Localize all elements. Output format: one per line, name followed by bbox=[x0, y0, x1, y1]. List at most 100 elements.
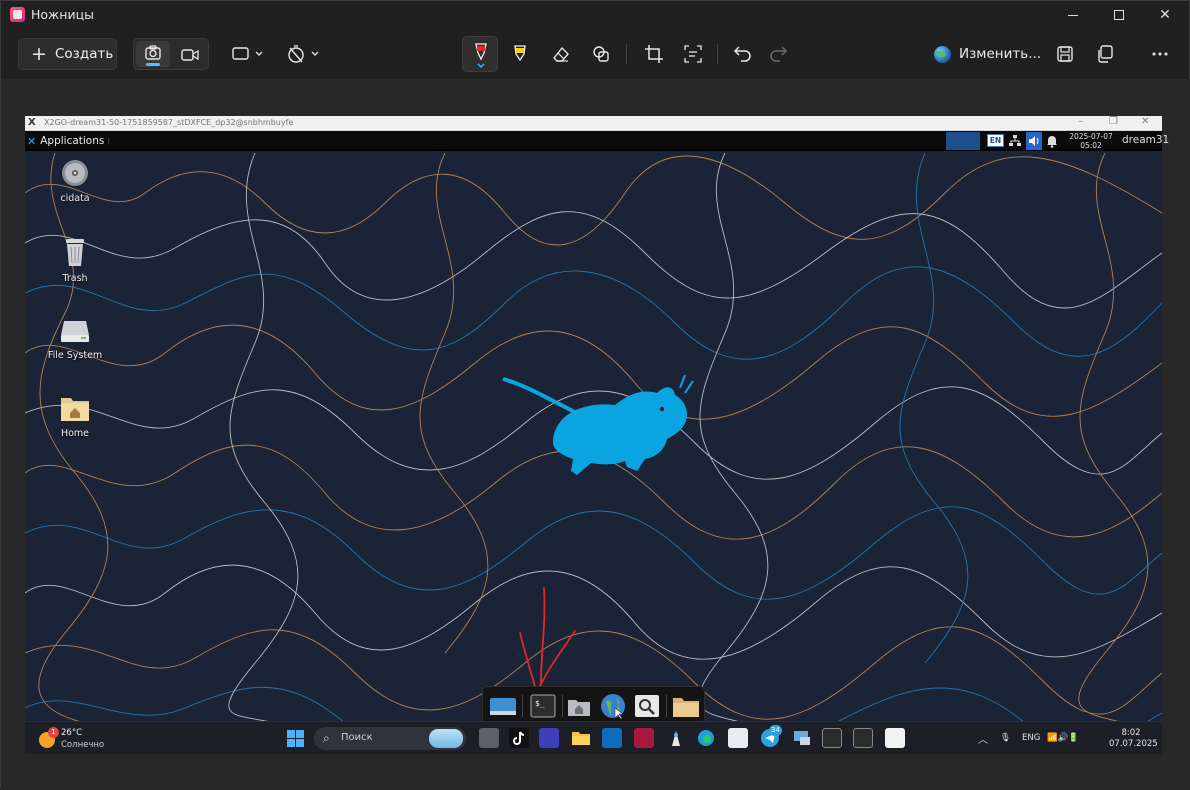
video-camera-icon bbox=[181, 49, 199, 61]
create-button[interactable]: + Создать bbox=[18, 38, 117, 70]
windows-taskbar: 1 26°C Солнечно ⌕ Поиск 34 ︿ 🎙 ENG 📶🔊🔋 8… bbox=[25, 721, 1162, 754]
app-icon-pen[interactable] bbox=[666, 728, 686, 748]
save-icon bbox=[1057, 46, 1073, 62]
trash-icon bbox=[66, 239, 84, 266]
panel-time: 05:02 bbox=[1080, 141, 1102, 150]
windows-logo-icon bbox=[287, 730, 295, 738]
maximize-button[interactable] bbox=[1096, 1, 1142, 29]
capture-mode-group bbox=[133, 38, 209, 70]
cd-disc-icon bbox=[62, 160, 88, 186]
desktop-icon-label: Trash bbox=[62, 273, 88, 284]
applications-label: Applications bbox=[40, 135, 105, 147]
x2go-client-icon[interactable] bbox=[885, 728, 905, 748]
microphone-icon[interactable]: 🎙 bbox=[1000, 733, 1011, 743]
desktop-icon-home[interactable]: Home bbox=[43, 393, 107, 439]
desktop-wallpaper bbox=[25, 153, 1162, 723]
panel-date: 2025-07-07 bbox=[1069, 132, 1113, 141]
window-title: Ножницы bbox=[31, 7, 94, 22]
copy-button[interactable] bbox=[1091, 40, 1119, 68]
input-language-indicator[interactable]: ENG bbox=[1022, 733, 1040, 743]
desktop-icon-cidata[interactable]: cidata bbox=[43, 158, 107, 204]
rectangle-snip-icon bbox=[232, 47, 263, 60]
xfce-desktop: cidata Trash File System Home bbox=[25, 153, 1162, 723]
desktop-icon-file-system[interactable]: File System bbox=[43, 315, 107, 361]
app-launcher-icon[interactable] bbox=[539, 728, 559, 748]
x2go-minimize-button[interactable]: – bbox=[1078, 116, 1083, 127]
red-pen-icon bbox=[475, 43, 487, 68]
show-hidden-icons-chevron[interactable]: ︿ bbox=[978, 731, 988, 746]
terminal-app-icon-1[interactable] bbox=[822, 728, 842, 748]
app-finder-launcher[interactable] bbox=[633, 692, 661, 720]
delay-timer-dropdown[interactable] bbox=[285, 40, 323, 68]
maximize-icon bbox=[1114, 10, 1124, 20]
x2go-close-button[interactable]: ✕ bbox=[1141, 116, 1149, 127]
title-bar: Ножницы ✕ bbox=[1, 1, 1189, 29]
save-button[interactable] bbox=[1051, 40, 1079, 68]
video-mode-button[interactable] bbox=[176, 41, 204, 69]
telegram-badge: 34 bbox=[769, 725, 782, 736]
shapes-icon bbox=[593, 46, 609, 62]
wifi-volume-battery-icons[interactable]: 📶🔊🔋 bbox=[1047, 733, 1079, 743]
x2go-window-title: X2GO-dream31-50-1751859587_stDXFCE_dp32@… bbox=[44, 118, 294, 127]
desktop-icon-label: File System bbox=[47, 350, 103, 361]
minimize-button[interactable] bbox=[1050, 1, 1096, 29]
shapes-tool-button[interactable] bbox=[587, 40, 615, 68]
weather-description: Солнечно bbox=[61, 740, 105, 750]
eraser-tool-button[interactable] bbox=[547, 40, 575, 68]
camera-icon bbox=[145, 45, 161, 60]
notifications-bell-icon[interactable] bbox=[1046, 134, 1058, 148]
x2go-logo-icon: X bbox=[28, 117, 36, 128]
workspace-switcher[interactable] bbox=[946, 132, 980, 150]
web-browser-launcher[interactable] bbox=[599, 692, 627, 720]
terminal-launcher[interactable]: $_ bbox=[529, 692, 557, 720]
taskbar-clock[interactable]: 8:02 07.07.2025 bbox=[1109, 728, 1158, 750]
panel-clock[interactable]: 2025-07-07 05:02 bbox=[1065, 132, 1117, 150]
desktop-icon-trash[interactable]: Trash bbox=[43, 236, 107, 284]
show-desktop-button[interactable] bbox=[489, 692, 517, 720]
volume-button[interactable] bbox=[1026, 132, 1042, 150]
file-explorer-icon[interactable] bbox=[571, 728, 591, 748]
weather-temperature: 26°C bbox=[61, 728, 83, 738]
applications-menu[interactable]: ✕ Applications ⁝ bbox=[27, 133, 110, 149]
panel-separator-icon: ⁝ bbox=[107, 136, 110, 146]
folder-launcher[interactable] bbox=[671, 692, 699, 720]
folder-icon bbox=[673, 698, 699, 717]
highlighter-tool-button[interactable] bbox=[506, 40, 534, 68]
redo-icon bbox=[770, 46, 788, 62]
screenshot-mode-button[interactable] bbox=[136, 41, 170, 67]
panel-user-menu[interactable]: dream31 bbox=[1122, 134, 1169, 146]
start-button[interactable] bbox=[287, 730, 304, 747]
network-icon[interactable] bbox=[1009, 134, 1021, 148]
xfce-logo-icon: ✕ bbox=[27, 134, 37, 148]
keyboard-layout-indicator[interactable]: EN bbox=[987, 134, 1004, 147]
edit-in-paint-button[interactable]: Изменить... bbox=[934, 38, 1041, 70]
remote-desktop-icon[interactable] bbox=[792, 728, 812, 748]
close-button[interactable]: ✕ bbox=[1142, 1, 1188, 29]
ellipsis-icon bbox=[1152, 52, 1168, 56]
text-actions-button[interactable] bbox=[679, 40, 707, 68]
crop-icon bbox=[645, 45, 663, 63]
text-scan-icon bbox=[684, 45, 702, 63]
pen-tool-button[interactable] bbox=[462, 36, 498, 72]
x2go-session-window: X X2GO-dream31-50-1751859587_stDXFCE_dp3… bbox=[25, 116, 1169, 723]
more-options-button[interactable] bbox=[1146, 40, 1174, 68]
app-icon-document[interactable] bbox=[728, 728, 748, 748]
edge-browser-icon[interactable] bbox=[696, 728, 716, 748]
web-browser-icon bbox=[601, 694, 625, 720]
outlook-icon[interactable] bbox=[602, 728, 622, 748]
task-view-icon[interactable] bbox=[479, 728, 499, 748]
create-button-label: Создать bbox=[55, 46, 114, 62]
app-icon-red[interactable] bbox=[634, 728, 654, 748]
xfce-bottom-dock: $_ bbox=[482, 686, 705, 724]
undo-button[interactable] bbox=[729, 40, 757, 68]
home-folder-icon bbox=[61, 398, 89, 421]
snip-shape-dropdown[interactable] bbox=[229, 40, 267, 68]
file-manager-launcher[interactable] bbox=[565, 692, 593, 720]
crop-tool-button[interactable] bbox=[640, 40, 668, 68]
x2go-restore-button[interactable]: ❐ bbox=[1109, 116, 1118, 127]
taskbar-search[interactable]: ⌕ Поиск bbox=[314, 727, 466, 750]
terminal-app-icon-2[interactable] bbox=[853, 728, 873, 748]
tiktok-icon[interactable] bbox=[509, 728, 529, 748]
redo-button[interactable] bbox=[764, 40, 792, 68]
desktop-icon bbox=[490, 698, 516, 715]
